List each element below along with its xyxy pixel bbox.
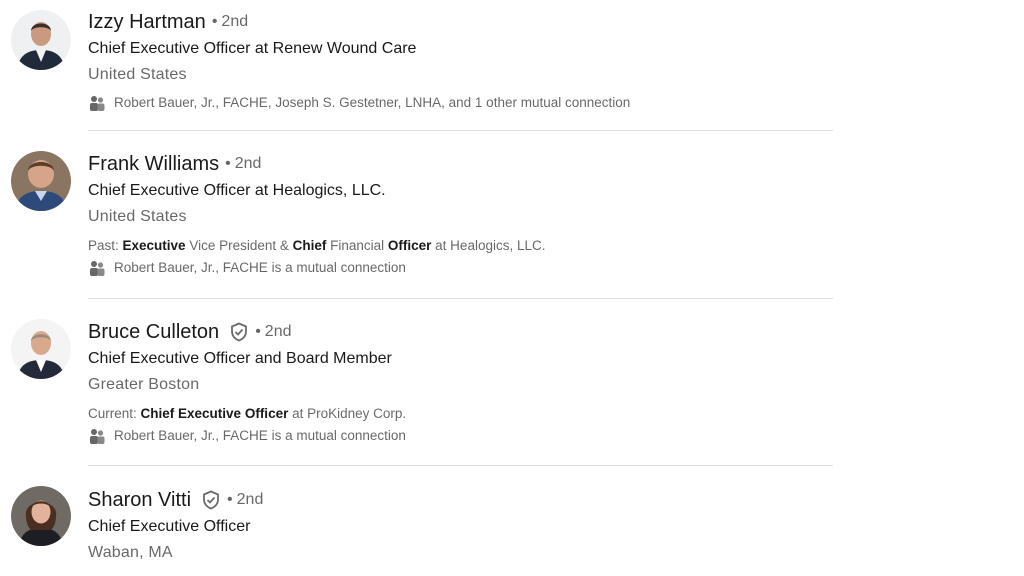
summary-text: Financial xyxy=(326,238,388,253)
search-result: Frank Williams • 2nd Chief Executive Offi… xyxy=(0,131,1024,298)
shield-check-icon xyxy=(229,322,249,342)
profile-location: Waban, MA xyxy=(88,544,173,561)
profile-headline: Chief Executive Officer and Board Member xyxy=(88,350,392,367)
mutual-connections[interactable]: Robert Bauer, Jr., FACHE, Joseph S. Gest… xyxy=(88,92,833,114)
degree-label: 2nd xyxy=(221,13,249,30)
degree-label: 2nd xyxy=(236,491,264,508)
degree-label: 2nd xyxy=(234,155,262,172)
degree-separator: • xyxy=(227,491,233,508)
profile-location: United States xyxy=(88,66,187,83)
people-icon xyxy=(88,94,106,112)
degree-separator: • xyxy=(225,155,231,172)
mutual-connections-text: Robert Bauer, Jr., FACHE, Joseph S. Gest… xyxy=(114,95,631,110)
search-result: Sharon Vitti • 2nd Chief Executive Office… xyxy=(0,466,1024,576)
mutual-connections[interactable]: Robert Bauer, Jr., FACHE is a mutual con… xyxy=(88,425,833,447)
avatar[interactable] xyxy=(11,486,71,546)
summary-bold: Chief xyxy=(292,238,327,253)
people-icon xyxy=(88,427,106,445)
summary-text: Vice President & xyxy=(185,238,293,253)
summary-bold: Officer xyxy=(387,238,432,253)
profile-summary: Past: Executive Vice President & Chief F… xyxy=(88,235,833,257)
avatar[interactable] xyxy=(11,151,71,211)
degree-separator: • xyxy=(211,13,218,30)
connection-degree: • 2nd xyxy=(227,491,263,509)
summary-text: at ProKidney Corp. xyxy=(288,406,407,421)
search-result: Bruce Culleton • 2nd Chief Executive Offi… xyxy=(0,299,1024,465)
summary-bold: Chief Executive Officer xyxy=(140,406,289,421)
connection-degree: • 2nd xyxy=(255,323,291,341)
avatar[interactable] xyxy=(11,319,71,379)
mutual-connections-text: Robert Bauer, Jr., FACHE is a mutual con… xyxy=(114,260,406,275)
profile-summary: Current: Chief Executive Officer at ProK… xyxy=(88,403,833,425)
search-result: Izzy Hartman • 2nd Chief Executive Office… xyxy=(0,0,1024,130)
profile-name[interactable]: Sharon Vitti xyxy=(88,489,191,512)
people-icon xyxy=(88,259,106,277)
summary-bold: Executive xyxy=(122,238,186,253)
mutual-connections[interactable]: Robert Bauer, Jr., FACHE is a mutual con… xyxy=(88,257,833,279)
profile-name[interactable]: Izzy Hartman xyxy=(88,11,206,34)
connection-degree: • 2nd xyxy=(225,155,261,173)
connection-degree: • 2nd xyxy=(212,13,248,31)
profile-headline: Chief Executive Officer at Healogics, LL… xyxy=(88,182,386,199)
degree-label: 2nd xyxy=(264,323,292,340)
summary-text: at Healogics, LLC. xyxy=(431,238,546,253)
avatar[interactable] xyxy=(11,10,71,70)
degree-separator: • xyxy=(255,323,261,340)
profile-name[interactable]: Frank Williams xyxy=(88,153,219,176)
profile-location: United States xyxy=(88,208,187,225)
profile-headline: Chief Executive Officer at Renew Wound C… xyxy=(88,40,417,57)
profile-location: Greater Boston xyxy=(88,376,200,393)
summary-prefix: Current: xyxy=(88,406,141,421)
shield-check-icon xyxy=(201,490,221,510)
profile-headline: Chief Executive Officer xyxy=(88,518,251,535)
profile-name[interactable]: Bruce Culleton xyxy=(88,321,219,344)
mutual-connections-text: Robert Bauer, Jr., FACHE is a mutual con… xyxy=(114,428,406,443)
summary-prefix: Past: xyxy=(88,238,123,253)
